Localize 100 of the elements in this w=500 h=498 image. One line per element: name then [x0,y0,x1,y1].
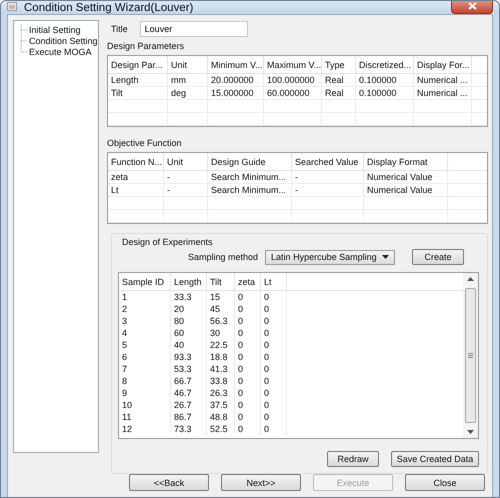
table-cell: 12 [119,423,171,435]
table-cell: 100.000000 [264,74,322,86]
table-cell: 0 [235,399,261,411]
table-cell: 15 [207,291,235,303]
table-cell: 46.7 [171,387,207,399]
table-cell: Search Minimum... [208,171,292,183]
table-cell: 52.5 [207,423,235,435]
table-cell: 20 [171,303,207,315]
column-header[interactable]: Searched Value [292,153,364,170]
table-cell: 8 [119,375,171,387]
table-cell: 33.3 [171,291,207,303]
table-cell: 6 [119,351,171,363]
table-cell: mm [168,74,208,86]
close-icon [468,2,476,10]
column-header[interactable]: Function N... [108,153,164,170]
table-cell: Numerical ... [414,87,472,99]
column-header[interactable]: Design Par... [108,56,168,73]
table-cell: 60 [171,327,207,339]
table-cell: Lt [108,184,164,196]
table-cell: 0 [261,339,287,351]
column-header[interactable]: Unit [168,56,208,73]
section-title: Design Parameters [107,41,186,51]
table-cell: 0 [261,387,287,399]
table-cell: Real [322,87,356,99]
table-cell: deg [168,87,208,99]
table-cell: 41.3 [207,363,235,375]
section-title: Objective Function [107,138,183,148]
close-button[interactable] [451,1,493,14]
table-cell: 15.000000 [208,87,264,99]
tree-item[interactable]: Initial Setting [29,24,81,34]
table-cell: 0 [235,387,261,399]
column-header[interactable]: Minimum V... [208,56,264,73]
table-cell: Numerical ... [414,74,472,86]
table-cell: Tilt [108,87,168,99]
column-header[interactable]: Discretized... [356,56,414,73]
table-cell: 53.3 [171,363,207,375]
column-header[interactable]: Length [171,273,207,290]
table-cell: 5 [119,339,171,351]
scroll-up-icon [467,277,474,281]
table-cell: 2 [119,303,171,315]
table-cell: 0 [235,303,261,315]
column-header[interactable]: Sample ID [119,273,171,290]
table-cell: Numerical Value [364,184,448,196]
table-cell: 48.8 [207,411,235,423]
column-header[interactable]: Type [322,56,356,73]
table-cell: 3 [119,315,171,327]
sampling-method-dropdown[interactable]: Latin Hypercube Sampling [265,250,396,264]
column-header[interactable]: Lt [261,273,287,290]
table-cell: 20.000000 [208,74,264,86]
table-cell: 9 [119,387,171,399]
table-cell: - [292,171,364,183]
table-cell: 7 [119,363,171,375]
group-title: Design of Experiments [122,237,214,247]
table-cell: 0 [235,339,261,351]
table-cell: 0 [235,411,261,423]
tree-item[interactable]: Execute MOGA [29,46,92,56]
column-header[interactable]: Design Guide [208,153,292,170]
table-cell: - [164,184,208,196]
window-icon [7,2,18,13]
table-cell: 18.8 [207,351,235,363]
table-cell: 56.3 [207,315,235,327]
table-cell: 0 [261,291,287,303]
column-header[interactable]: Display Format [364,153,448,170]
column-header[interactable]: zeta [235,273,261,290]
action-button[interactable]: Redraw [327,451,379,467]
wizard-button[interactable]: Next>> [221,474,301,491]
table-cell: 33.8 [207,375,235,387]
table-cell: 40 [171,339,207,351]
table-cell: 45 [207,303,235,315]
table-cell: 0 [261,303,287,315]
column-header[interactable]: Tilt [207,273,235,290]
table-cell: 0 [261,423,287,435]
table-cell: 11 [119,411,171,423]
action-button[interactable]: Save Created Data [391,451,479,467]
create-button[interactable]: Create [412,249,464,265]
table-cell: 66.7 [171,375,207,387]
tree-item[interactable]: Condition Setting [29,36,98,46]
wizard-button[interactable]: <<Back [129,474,209,491]
table-cell: 0 [261,375,287,387]
table-cell: 0 [261,363,287,375]
title-field[interactable]: Louver [140,21,248,37]
table-cell: 0 [261,315,287,327]
table-cell: 37.5 [207,399,235,411]
scroll-down-icon [467,430,474,434]
table-cell: 26.3 [207,387,235,399]
table-cell: 73.3 [171,423,207,435]
caret-icon [382,255,390,259]
table-cell: Search Minimum... [208,184,292,196]
table-cell: 10 [119,399,171,411]
column-header[interactable]: Display For... [414,56,472,73]
table-cell: 0 [235,423,261,435]
table-cell: 0 [261,327,287,339]
wizard-button[interactable]: Close [405,474,485,491]
table-cell: 86.7 [171,411,207,423]
table-cell: 0 [261,351,287,363]
column-header[interactable]: Maximum V... [264,56,322,73]
table-cell: Real [322,74,356,86]
column-header[interactable]: Unit [164,153,208,170]
table-cell: 0 [235,351,261,363]
vertical-scrollbar[interactable] [463,273,478,438]
